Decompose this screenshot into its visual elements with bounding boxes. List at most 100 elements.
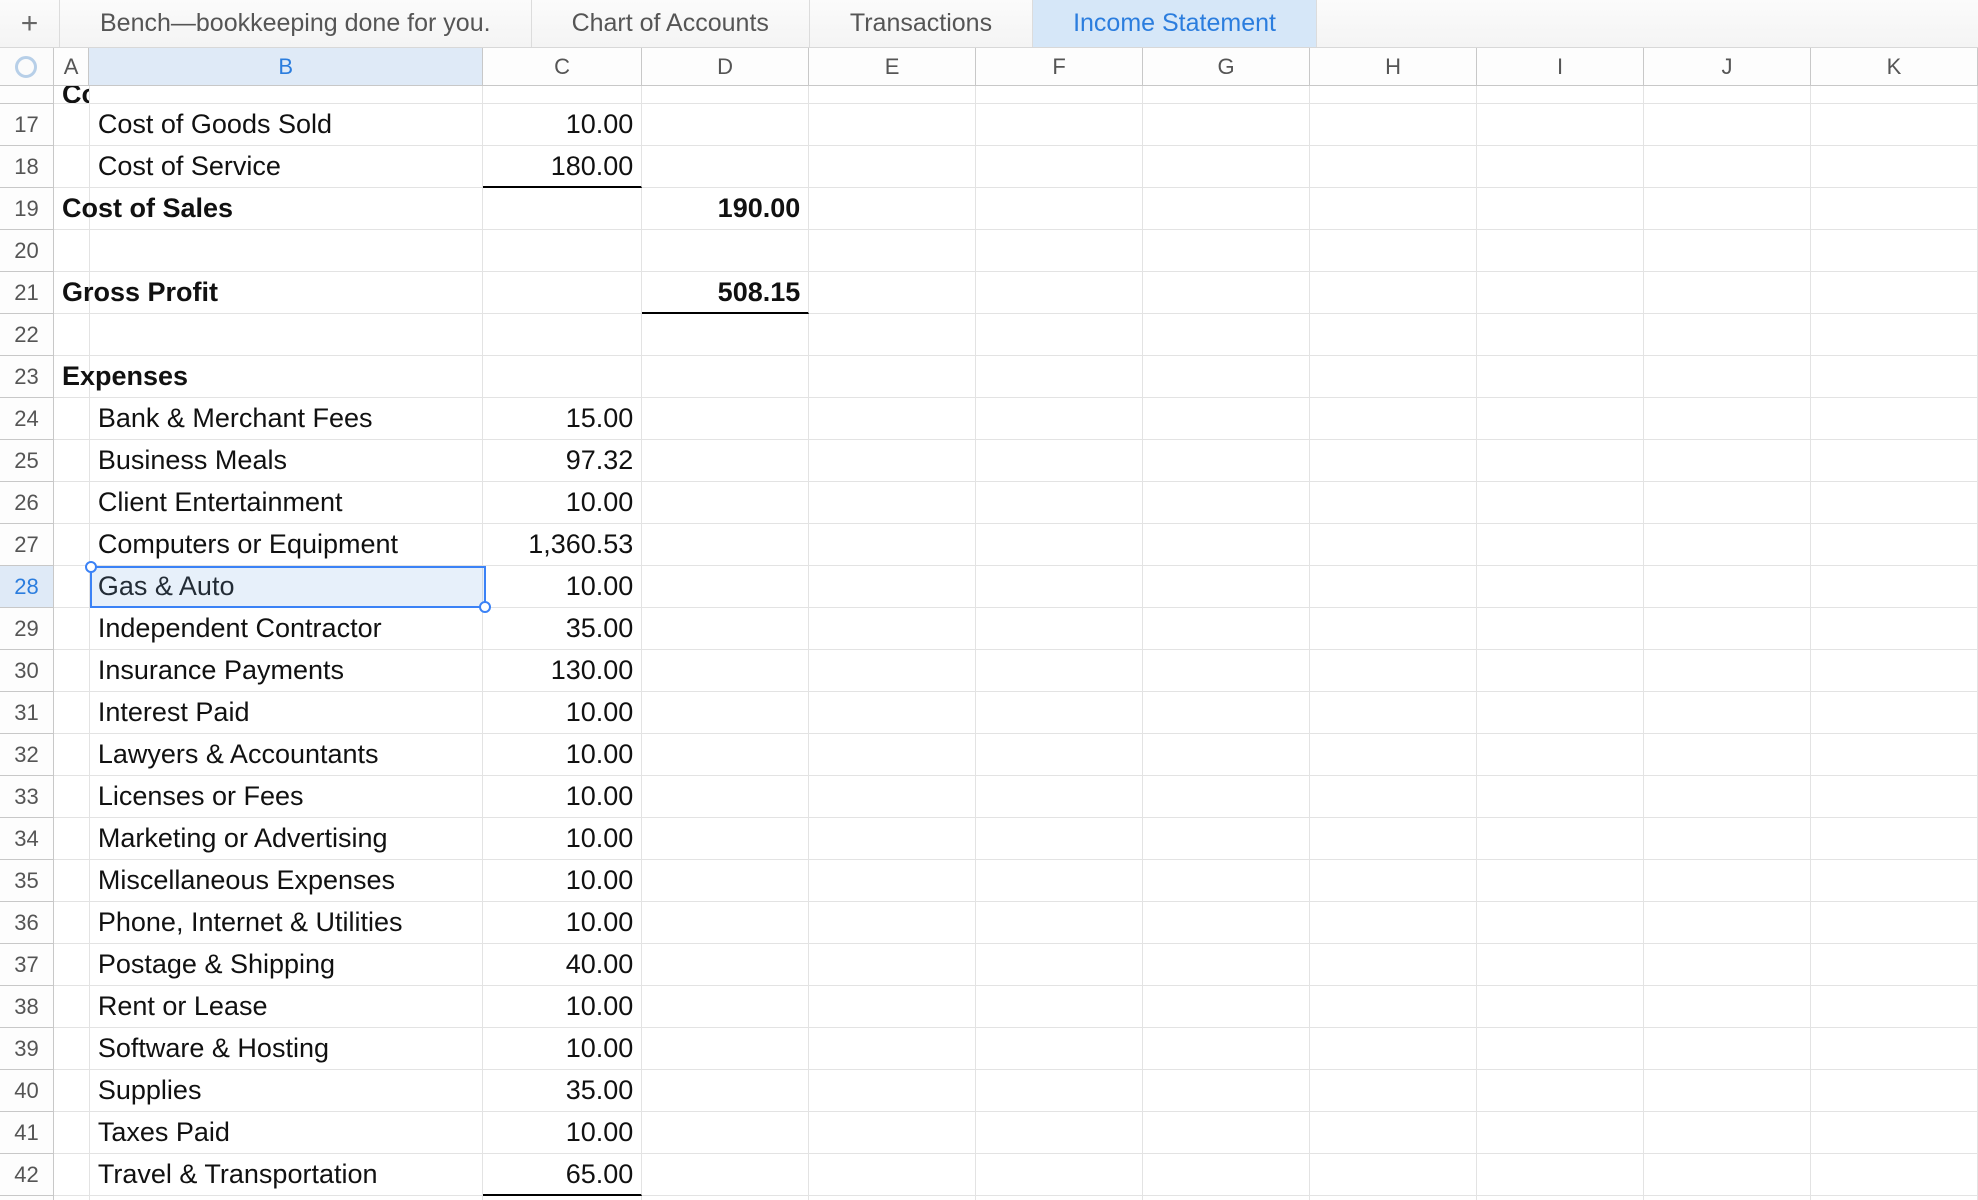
cell-A[interactable]	[54, 482, 90, 524]
row-header[interactable]: 21	[0, 272, 54, 314]
cell-F[interactable]	[976, 608, 1143, 650]
cell-A[interactable]	[54, 944, 90, 986]
cell-F[interactable]	[976, 566, 1143, 608]
cell-C[interactable]: 35.00	[483, 608, 642, 650]
cell-D[interactable]	[642, 230, 809, 272]
cell-B[interactable]: Postage & Shipping	[90, 944, 483, 986]
cell-D[interactable]	[642, 398, 809, 440]
cell-F[interactable]	[976, 272, 1143, 314]
column-header-B[interactable]: B	[89, 48, 483, 85]
cell-C[interactable]: 40.00	[483, 944, 642, 986]
cell-J[interactable]	[1644, 986, 1811, 1028]
cell-C[interactable]: 130.00	[483, 650, 642, 692]
cell-G[interactable]	[1143, 188, 1310, 230]
cell-H[interactable]	[1310, 272, 1477, 314]
cell-E[interactable]	[809, 860, 976, 902]
cell-E[interactable]	[809, 566, 976, 608]
cell-E[interactable]	[809, 650, 976, 692]
cell-J[interactable]	[1644, 524, 1811, 566]
cell-K[interactable]	[1811, 104, 1978, 146]
cell-E[interactable]	[809, 104, 976, 146]
cell-C[interactable]: 10.00	[483, 818, 642, 860]
cell-D[interactable]	[642, 314, 809, 356]
cell-B[interactable]: Lawyers & Accountants	[90, 734, 483, 776]
cell-B[interactable]	[90, 314, 483, 356]
cell-J[interactable]	[1644, 608, 1811, 650]
row-header[interactable]: 25	[0, 440, 54, 482]
cell-J[interactable]	[1644, 692, 1811, 734]
cell-F[interactable]	[976, 776, 1143, 818]
cell-H[interactable]	[1310, 86, 1477, 104]
cell-D[interactable]	[642, 860, 809, 902]
cell-K[interactable]	[1811, 146, 1978, 188]
cell-E[interactable]	[809, 1196, 976, 1200]
row-header[interactable]: 17	[0, 104, 54, 146]
cell-B[interactable]: Interest Paid	[90, 692, 483, 734]
row-header[interactable]: 28	[0, 566, 54, 608]
cell-I[interactable]	[1477, 1196, 1644, 1200]
cell-D[interactable]	[642, 692, 809, 734]
cell-H[interactable]	[1310, 440, 1477, 482]
row-header[interactable]: 39	[0, 1028, 54, 1070]
cell-H[interactable]	[1310, 1196, 1477, 1200]
cell-B[interactable]: Rent or Lease	[90, 986, 483, 1028]
cell-A[interactable]	[54, 692, 90, 734]
cell-F[interactable]	[976, 314, 1143, 356]
cell-A[interactable]	[54, 650, 90, 692]
cell-G[interactable]	[1143, 944, 1310, 986]
cell-C[interactable]	[483, 1196, 642, 1200]
cell-G[interactable]	[1143, 1028, 1310, 1070]
cell-B[interactable]: Cost of Goods Sold	[90, 104, 483, 146]
cell-C[interactable]: 10.00	[483, 566, 642, 608]
cell-D[interactable]	[642, 734, 809, 776]
cell-D[interactable]	[642, 1070, 809, 1112]
cell-E[interactable]	[809, 1028, 976, 1070]
cell-B[interactable]: Independent Contractor	[90, 608, 483, 650]
cell-F[interactable]	[976, 398, 1143, 440]
cell-A[interactable]: Cost of Sales	[54, 86, 90, 104]
column-header-G[interactable]: G	[1143, 48, 1310, 85]
cell-E[interactable]	[809, 230, 976, 272]
cell-C[interactable]: 10.00	[483, 482, 642, 524]
cell-D[interactable]: 190.00	[642, 188, 809, 230]
cell-E[interactable]	[809, 944, 976, 986]
cell-E[interactable]	[809, 818, 976, 860]
cell-D[interactable]	[642, 146, 809, 188]
cell-G[interactable]	[1143, 776, 1310, 818]
cell-A[interactable]	[54, 440, 90, 482]
cell-B[interactable]: Travel & Transportation	[90, 1154, 483, 1196]
cell-B[interactable]: Bank & Merchant Fees	[90, 398, 483, 440]
row-header[interactable]: 26	[0, 482, 54, 524]
cell-D[interactable]	[642, 566, 809, 608]
cell-J[interactable]	[1644, 272, 1811, 314]
cell-A[interactable]	[54, 902, 90, 944]
cell-D[interactable]	[642, 944, 809, 986]
cell-K[interactable]	[1811, 230, 1978, 272]
sheet-tab-income-statement[interactable]: Income Statement	[1033, 0, 1317, 47]
cell-J[interactable]	[1644, 566, 1811, 608]
cell-B[interactable]: Business Meals	[90, 440, 483, 482]
cell-I[interactable]	[1477, 1028, 1644, 1070]
cell-A[interactable]	[54, 314, 90, 356]
cell-B[interactable]: Software & Hosting	[90, 1028, 483, 1070]
row-header[interactable]: 43	[0, 1196, 54, 1200]
cell-F[interactable]	[976, 986, 1143, 1028]
cell-H[interactable]	[1310, 860, 1477, 902]
cell-E[interactable]	[809, 1154, 976, 1196]
cell-D[interactable]	[642, 524, 809, 566]
cell-G[interactable]	[1143, 902, 1310, 944]
cell-G[interactable]	[1143, 1070, 1310, 1112]
cell-K[interactable]	[1811, 272, 1978, 314]
cell-D[interactable]	[642, 1154, 809, 1196]
cell-B[interactable]: Miscellaneous Expenses	[90, 860, 483, 902]
cell-J[interactable]	[1644, 1196, 1811, 1200]
cell-F[interactable]	[976, 146, 1143, 188]
cell-A[interactable]	[54, 608, 90, 650]
cell-E[interactable]	[809, 482, 976, 524]
cell-H[interactable]	[1310, 776, 1477, 818]
column-header-E[interactable]: E	[809, 48, 976, 85]
cell-H[interactable]	[1310, 734, 1477, 776]
cell-K[interactable]	[1811, 1196, 1978, 1200]
cell-J[interactable]	[1644, 146, 1811, 188]
cell-E[interactable]	[809, 272, 976, 314]
